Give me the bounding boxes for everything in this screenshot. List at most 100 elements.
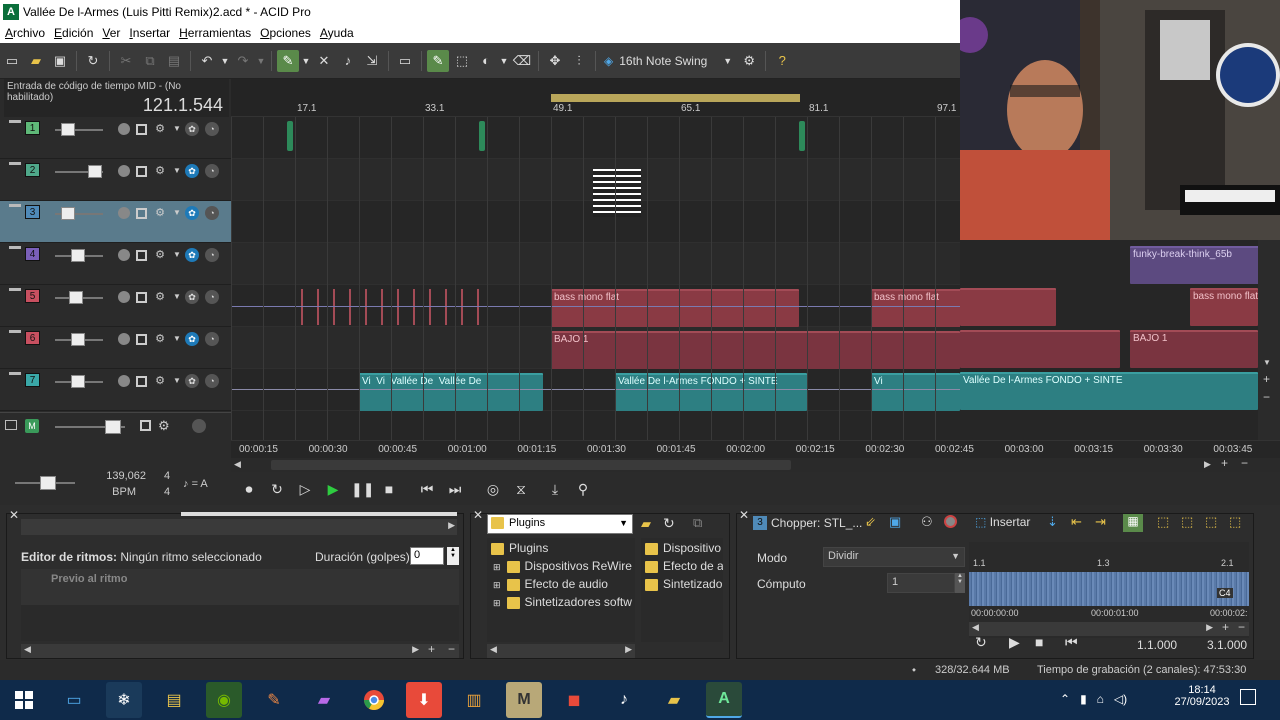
timeline-area[interactable]: 17.1 33.1 49.1 65.1 81.1 97.1 bass mono … bbox=[231, 79, 960, 440]
fx-icon[interactable]: ✿ bbox=[185, 164, 199, 178]
zoom-in-icon[interactable]: + bbox=[1222, 620, 1229, 634]
minimize-icon[interactable] bbox=[9, 204, 21, 207]
plugins-dropdown[interactable]: Plugins ▼ bbox=[487, 514, 633, 534]
tiktok-icon[interactable]: ♪ bbox=[606, 682, 642, 718]
go-to-start-icon[interactable]: ⏮ bbox=[417, 479, 437, 499]
track-volume-slider[interactable] bbox=[71, 249, 85, 262]
track-output-icon[interactable]: ◔ bbox=[205, 248, 219, 262]
stop-icon[interactable]: ■ bbox=[1035, 634, 1043, 650]
beat-editor-hscroll[interactable]: ◀ ▶ + − bbox=[21, 642, 459, 658]
clip-marker[interactable] bbox=[799, 121, 805, 151]
refresh-icon[interactable]: ↻ bbox=[663, 515, 675, 532]
track-volume-slider[interactable] bbox=[71, 333, 85, 346]
track-number[interactable]: 1 bbox=[25, 121, 40, 135]
vallee-clip[interactable]: Vi Vi Vallée De Vallée De bbox=[359, 373, 543, 411]
lock-envelopes-icon[interactable]: ⇲ bbox=[361, 50, 383, 72]
tree-item[interactable]: ⊞ Efecto de audio bbox=[493, 577, 608, 591]
fx-icon[interactable]: ✿ bbox=[185, 248, 199, 262]
copy-icon[interactable]: ⧉ bbox=[139, 50, 161, 72]
menu-herramientas[interactable]: Herramientas bbox=[174, 26, 255, 40]
new-file-icon[interactable]: ▭ bbox=[1, 50, 23, 72]
track-output-icon[interactable]: ◔ bbox=[205, 206, 219, 220]
chopper-waveform[interactable]: 1.1 1.3 2.1 C4 00:00:00:00 00:00:01:00 0… bbox=[969, 542, 1249, 638]
loop-region-icon[interactable]: ▭ bbox=[394, 50, 416, 72]
crossfade-icon[interactable]: ✕ bbox=[313, 50, 335, 72]
track-settings-icon[interactable]: ⚙ bbox=[153, 374, 167, 388]
paint-dropdown-icon[interactable]: ▼ bbox=[499, 50, 509, 72]
time-tool-icon[interactable]: ⫶ bbox=[568, 50, 590, 72]
undo-icon[interactable]: ↶ bbox=[196, 50, 218, 72]
close-icon[interactable]: ✕ bbox=[739, 508, 749, 522]
menu-edicion[interactable]: Edición bbox=[49, 26, 97, 40]
menu-archivo[interactable]: Archivo bbox=[0, 26, 49, 40]
expand-icon[interactable]: ⊞ bbox=[493, 580, 501, 590]
minimize-icon[interactable] bbox=[9, 372, 21, 375]
notification-icon[interactable] bbox=[1240, 689, 1256, 705]
track-volume-slider[interactable] bbox=[88, 165, 102, 178]
duration-spinner[interactable]: ▲ ▼ bbox=[447, 547, 459, 565]
usb-icon[interactable]: ▮ bbox=[1080, 692, 1087, 706]
selection-icon[interactable]: ⬚ bbox=[1157, 514, 1169, 530]
envelope-tool-icon[interactable]: ✥ bbox=[544, 50, 566, 72]
track-output-icon[interactable]: ◔ bbox=[205, 164, 219, 178]
tree-item[interactable]: ⊞ Sintetizadores softw bbox=[493, 595, 635, 609]
vertical-scrollbar[interactable]: ▼ + − bbox=[1258, 240, 1280, 440]
loop-region[interactable] bbox=[551, 94, 800, 102]
track-header[interactable]: 4 ⚙ ▼ ✿ ◔ bbox=[0, 243, 231, 285]
bajo-clip[interactable]: BAJO 1 bbox=[551, 331, 960, 369]
record-arm-icon[interactable] bbox=[118, 123, 130, 135]
track-number[interactable]: 5 bbox=[25, 289, 40, 303]
track-lane[interactable] bbox=[231, 117, 960, 159]
track-header[interactable]: 3 ⚙ ▼ ✿ ◔ bbox=[0, 201, 231, 243]
fx-icon[interactable]: ✿ bbox=[185, 332, 199, 346]
halve-icon[interactable]: ⬚ bbox=[1205, 514, 1217, 530]
menu-insertar[interactable]: Insertar bbox=[124, 26, 174, 40]
chevron-down-icon[interactable]: ▼ bbox=[173, 290, 181, 304]
track-number[interactable]: 6 bbox=[25, 331, 40, 345]
selection-tool-icon[interactable]: ⬚ bbox=[451, 50, 473, 72]
chevron-down-icon[interactable]: ▼ bbox=[173, 248, 181, 262]
zoom-out-time-icon[interactable]: − bbox=[1241, 456, 1248, 470]
tree-item[interactable]: ⊞ Dispositivos ReWire bbox=[493, 559, 632, 573]
minimize-icon[interactable] bbox=[9, 162, 21, 165]
track-header[interactable]: 1 ⚙ ▼ ✿ ◔ bbox=[0, 117, 231, 159]
mute-icon[interactable] bbox=[136, 207, 147, 219]
plugin-list-item[interactable]: Dispositivo bbox=[645, 541, 721, 555]
paint-app-icon[interactable]: ✎ bbox=[256, 682, 292, 718]
record-icon[interactable]: ⏺ bbox=[239, 479, 259, 499]
tree-root[interactable]: Plugins bbox=[491, 541, 548, 555]
acid-taskbar-icon[interactable]: A bbox=[706, 682, 742, 718]
horizontal-scrollbar[interactable]: ◀ ▶ + − bbox=[231, 456, 1280, 472]
midi-clip[interactable] bbox=[593, 169, 641, 217]
mode-select[interactable]: Dividir ▼ bbox=[823, 547, 965, 567]
track-number[interactable]: 3 bbox=[25, 205, 40, 219]
track-settings-icon[interactable]: ⚙ bbox=[153, 164, 167, 178]
scroll-down-icon[interactable]: ▼ bbox=[1263, 358, 1271, 367]
clip-marker[interactable] bbox=[479, 121, 485, 151]
record-arm-icon[interactable] bbox=[118, 207, 130, 219]
scroll-left-icon[interactable]: ◀ bbox=[24, 644, 31, 655]
tempo-slider[interactable] bbox=[40, 476, 56, 490]
expand-icon[interactable]: ⊞ bbox=[493, 598, 501, 608]
bass-clip[interactable]: bass mono flat bbox=[551, 289, 799, 327]
record-icon[interactable] bbox=[944, 515, 957, 528]
redo-icon[interactable]: ↷ bbox=[232, 50, 254, 72]
volume-icon[interactable]: ◁) bbox=[1114, 692, 1127, 706]
chevron-up-icon[interactable]: ⌃ bbox=[1060, 692, 1070, 706]
zoom-in-icon[interactable]: + bbox=[428, 642, 435, 656]
play-from-start-icon[interactable]: ▷ bbox=[295, 479, 315, 499]
zoom-in-icon[interactable]: + bbox=[1263, 372, 1270, 386]
track-settings-icon[interactable]: ⚙ bbox=[153, 290, 167, 304]
fx-icon[interactable]: ✿ bbox=[185, 374, 199, 388]
track-header[interactable]: 7 ⚙ ▼ ✿ ◔ bbox=[0, 369, 231, 411]
bajo-clip-tail[interactable] bbox=[960, 330, 1120, 368]
erase-tool-icon[interactable]: ⌫ bbox=[511, 50, 533, 72]
menu-ver[interactable]: Ver bbox=[97, 26, 124, 40]
draw-tool-icon[interactable]: ✎ bbox=[427, 49, 449, 72]
m-app-icon[interactable]: M bbox=[506, 682, 542, 718]
windows-start-icon[interactable] bbox=[6, 682, 42, 718]
network-icon[interactable]: ⌂ bbox=[1097, 692, 1104, 706]
play-icon[interactable]: ▶ bbox=[1009, 634, 1020, 651]
vallee-clip[interactable]: Vi bbox=[871, 373, 960, 411]
bars-app-icon[interactable]: ▥ bbox=[456, 682, 492, 718]
